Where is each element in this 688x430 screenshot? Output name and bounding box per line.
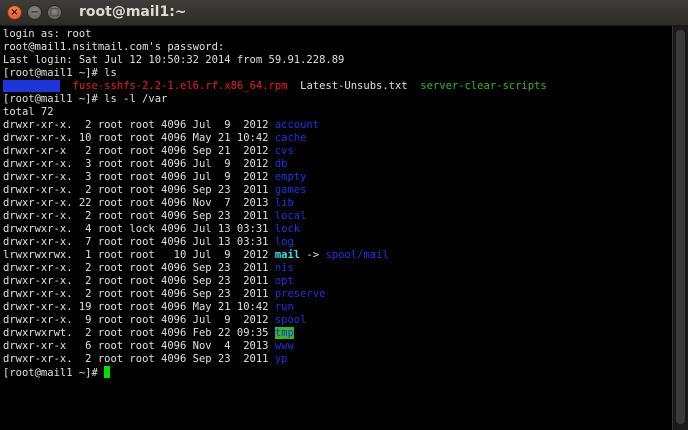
row-meta: drwxr-xr-x 6 root root 4096 Nov 4 2013 (3, 340, 275, 352)
row-dir-name: run (274, 301, 294, 313)
listing-row: drwxr-xr-x. 2 root root 4096 Sep 23 2011… (3, 210, 672, 223)
listing-row: drwxr-xr-x. 3 root root 4096 Jul 9 2012 … (3, 171, 672, 184)
row-dir-name: nis (274, 262, 294, 274)
ls-item-executable: server-clear-scripts (420, 80, 547, 92)
row-meta: drwxrwxrwt. 2 root root 4096 Feb 22 09:3… (3, 327, 275, 339)
command-line: [root@mail1 ~]# (3, 366, 672, 379)
maximize-button[interactable]: □ (47, 5, 62, 20)
listing-row: drwxr-xr-x. 10 root root 4096 May 21 10:… (3, 132, 672, 145)
minimize-button[interactable]: − (27, 5, 42, 20)
command-line: [root@mail1 ~]# ls (3, 67, 672, 80)
row-meta: drwxr-xr-x. 2 root root 4096 Sep 23 2011 (3, 288, 275, 300)
listing-row: drwxr-xr-x. 7 root root 4096 Jul 13 03:3… (3, 236, 672, 249)
row-dir-name: lib (274, 197, 294, 209)
row-dir-name: log (274, 236, 294, 248)
row-meta: drwxr-xr-x. 2 root root 4096 Sep 23 2011 (3, 275, 275, 287)
ls-item-directory: downloads (3, 80, 60, 92)
output-line: root@mail1.nsitmail.com's password: (3, 41, 225, 53)
row-meta: drwxrwxr-x. 4 root lock 4096 Jul 13 03:3… (3, 223, 275, 235)
command-line: [root@mail1 ~]# ls -l /var (3, 93, 672, 106)
text-cursor (104, 366, 111, 378)
row-dir-name: empty (274, 171, 307, 183)
row-dir-name: spool (274, 314, 307, 326)
terminal-window: × − □ root@mail1:~ login as: root root@m… (0, 0, 688, 430)
row-meta: drwxr-xr-x. 2 root root 4096 Sep 23 2011 (3, 353, 275, 365)
listing-row: drwxr-xr-x 6 root root 4096 Nov 4 2013 w… (3, 340, 672, 353)
row-dir-name: yp (274, 353, 288, 365)
listing-row: drwxrwxr-x. 4 root lock 4096 Jul 13 03:3… (3, 223, 672, 236)
listing-row: drwxr-xr-x. 2 root root 4096 Jul 9 2012 … (3, 119, 672, 132)
row-dir-name: cache (274, 132, 307, 144)
listing-row: drwxr-xr-x. 19 root root 4096 May 21 10:… (3, 301, 672, 314)
row-meta: drwxr-xr-x. 19 root root 4096 May 21 10:… (3, 301, 275, 313)
row-meta: drwxr-xr-x. 2 root root 4096 Sep 23 2011 (3, 262, 275, 274)
row-meta: drwxr-xr-x. 3 root root 4096 Jul 9 2012 (3, 171, 275, 183)
row-dir-name: db (274, 158, 288, 170)
row-link-arrow: -> (300, 249, 326, 261)
close-button[interactable]: × (7, 5, 22, 20)
row-meta: drwxr-xr-x. 2 root root 4096 Sep 23 2011 (3, 210, 275, 222)
listing-row: drwxr-xr-x. 9 root root 4096 Jul 9 2012 … (3, 314, 672, 327)
row-link-target: spool/mail (325, 249, 389, 261)
title-bar[interactable]: × − □ root@mail1:~ (0, 0, 688, 26)
terminal-output[interactable]: login as: root root@mail1.nsitmail.com's… (0, 26, 672, 430)
row-symlink-name: mail (274, 249, 301, 261)
row-dir-name: local (274, 210, 307, 222)
row-meta: drwxr-xr-x. 2 root root 4096 Jul 9 2012 (3, 119, 275, 131)
shell-prompt: [root@mail1 ~]# (3, 67, 105, 79)
shell-prompt: [root@mail1 ~]# (3, 93, 105, 105)
row-dir-name: account (274, 119, 320, 131)
listing-row: lrwxrwxrwx. 1 root root 10 Jul 9 2012 ma… (3, 249, 672, 262)
listing-row: drwxrwxrwt. 2 root root 4096 Feb 22 09:3… (3, 327, 672, 340)
row-meta: lrwxrwxrwx. 1 root root 10 Jul 9 2012 (3, 249, 275, 261)
listing-rows: drwxr-xr-x. 2 root root 4096 Jul 9 2012 … (3, 119, 672, 366)
listing-row: drwxr-xr-x. 2 root root 4096 Sep 23 2011… (3, 275, 672, 288)
ls-item-file: Latest-Unsubs.txt (300, 80, 408, 92)
row-meta: drwxr-xr-x. 3 root root 4096 Jul 9 2012 (3, 158, 275, 170)
row-dir-name: games (274, 184, 307, 196)
command-text: ls -l /var (104, 93, 168, 105)
row-dir-name: cvs (274, 145, 294, 157)
listing-row: drwxr-xr-x. 3 root root 4096 Jul 9 2012 … (3, 158, 672, 171)
ls-output: downloads fuse-sshfs-2.2-1.el6.rf.x86_64… (3, 80, 672, 93)
output-line: total 72 (3, 106, 54, 118)
row-dir-name: lock (274, 223, 301, 235)
row-dir-name: preserve (274, 288, 326, 300)
scrollbar[interactable] (672, 26, 688, 430)
output-line: Last login: Sat Jul 12 10:50:32 2014 fro… (3, 54, 345, 66)
window-title: root@mail1:~ (79, 4, 187, 20)
row-meta: drwxr-xr-x. 9 root root 4096 Jul 9 2012 (3, 314, 275, 326)
row-meta: drwxr-xr-x 2 root root 4096 Sep 21 2012 (3, 145, 275, 157)
row-meta: drwxr-xr-x. 10 root root 4096 May 21 10:… (3, 132, 275, 144)
listing-row: drwxr-xr-x. 2 root root 4096 Sep 23 2011… (3, 353, 672, 366)
row-sticky-dir-name: tmp (274, 327, 294, 339)
command-text: ls (104, 67, 117, 79)
listing-row: drwxr-xr-x. 22 root root 4096 Nov 7 2013… (3, 197, 672, 210)
row-meta: drwxr-xr-x. 7 root root 4096 Jul 13 03:3… (3, 236, 275, 248)
output-line: login as: root (3, 28, 92, 40)
listing-row: drwxr-xr-x. 2 root root 4096 Sep 23 2011… (3, 262, 672, 275)
shell-prompt: [root@mail1 ~]# (3, 367, 105, 379)
row-dir-name: www (274, 340, 294, 352)
row-meta: drwxr-xr-x. 22 root root 4096 Nov 7 2013 (3, 197, 275, 209)
listing-row: drwxr-xr-x. 2 root root 4096 Sep 23 2011… (3, 184, 672, 197)
row-meta: drwxr-xr-x. 2 root root 4096 Sep 23 2011 (3, 184, 275, 196)
row-dir-name: opt (274, 275, 294, 287)
scrollbar-thumb[interactable] (676, 30, 685, 424)
ls-item-rpm: fuse-sshfs-2.2-1.el6.rf.x86_64.rpm (72, 80, 288, 92)
listing-row: drwxr-xr-x 2 root root 4096 Sep 21 2012 … (3, 145, 672, 158)
listing-row: drwxr-xr-x. 2 root root 4096 Sep 23 2011… (3, 288, 672, 301)
